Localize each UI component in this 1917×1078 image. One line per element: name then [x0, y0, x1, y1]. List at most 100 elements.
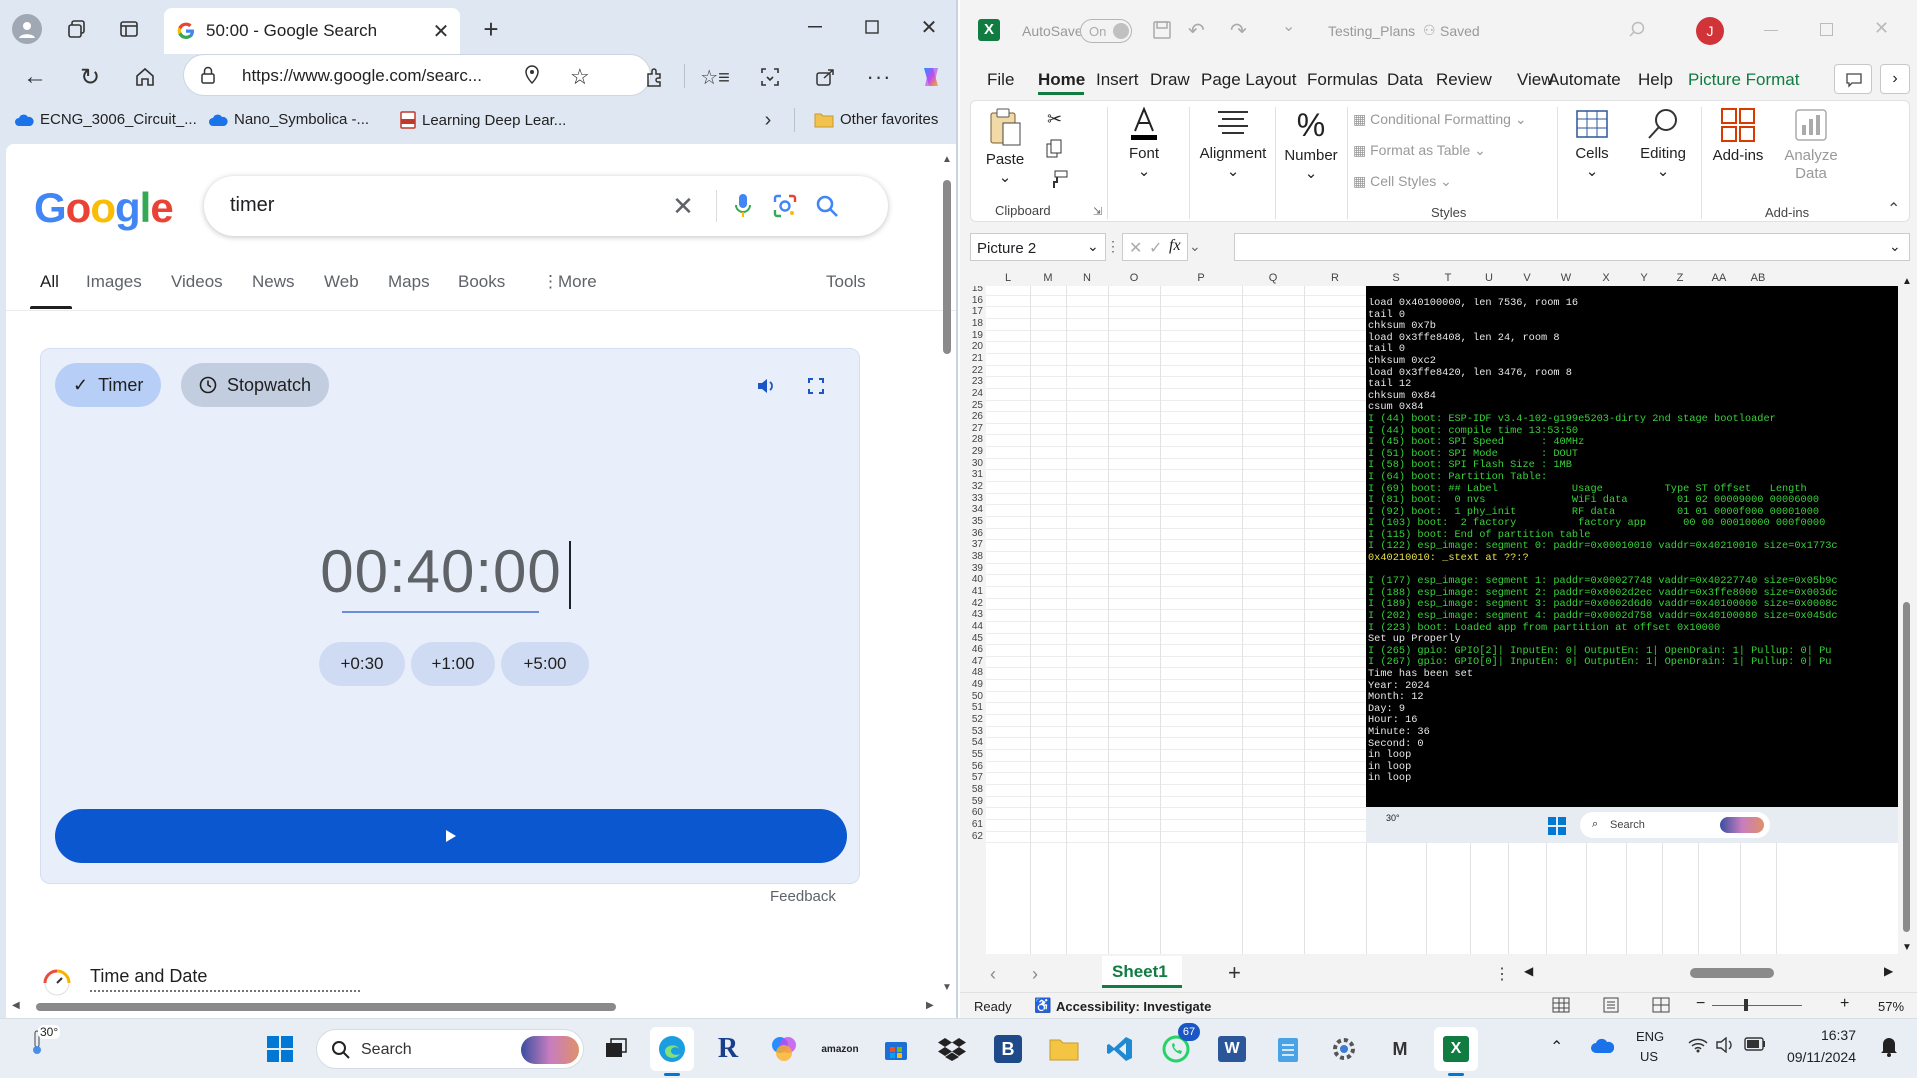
column-header-p[interactable]: P: [1160, 272, 1242, 284]
word-icon[interactable]: W: [1210, 1027, 1254, 1071]
row-header[interactable]: 42: [960, 598, 986, 609]
search-input[interactable]: timer: [230, 194, 274, 217]
row-header[interactable]: 23: [960, 376, 986, 387]
editing-button[interactable]: Editing ⌄: [1629, 107, 1697, 180]
customize-qat-icon[interactable]: ⌄: [1282, 16, 1295, 36]
stopwatch-tab[interactable]: Stopwatch: [181, 363, 330, 407]
scroll-up-icon[interactable]: ▲: [942, 154, 952, 165]
file-explorer-icon[interactable]: [1042, 1027, 1086, 1071]
column-header-aa[interactable]: AA: [1698, 272, 1740, 284]
search-icon[interactable]: [812, 191, 842, 221]
wifi-icon[interactable]: [1688, 1037, 1708, 1053]
collapse-ribbon-icon[interactable]: ⌃: [1887, 199, 1900, 219]
row-header[interactable]: 52: [960, 714, 986, 725]
close-tab-icon[interactable]: ✕: [430, 20, 452, 43]
format-as-table-button[interactable]: ▦ Format as Table ⌄: [1353, 142, 1486, 159]
tab-all[interactable]: All: [40, 272, 59, 292]
row-header[interactable]: 21: [960, 353, 986, 364]
maximize-icon[interactable]: [1820, 23, 1833, 36]
row-header[interactable]: 60: [960, 807, 986, 818]
prev-sheet-icon[interactable]: ‹: [990, 964, 996, 985]
start-button[interactable]: [258, 1027, 302, 1071]
scroll-right-icon[interactable]: ▶: [926, 1000, 934, 1011]
vscode-icon[interactable]: [1098, 1027, 1142, 1071]
extensions-icon[interactable]: [640, 62, 670, 92]
row-header[interactable]: 55: [960, 749, 986, 760]
conditional-formatting-button[interactable]: ▦ Conditional Formatting ⌄: [1353, 111, 1527, 128]
scroll-left-icon[interactable]: ◀: [1524, 964, 1533, 978]
row-header[interactable]: 29: [960, 446, 986, 457]
column-header-ab[interactable]: AB: [1740, 272, 1776, 284]
paste-button[interactable]: Paste ⌄: [983, 107, 1027, 186]
page-break-view-icon[interactable]: [1652, 997, 1670, 1013]
row-header[interactable]: 44: [960, 621, 986, 632]
format-painter-icon[interactable]: [1049, 169, 1069, 189]
scroll-down-icon[interactable]: ▼: [1902, 942, 1912, 953]
row-header[interactable]: 33: [960, 493, 986, 504]
row-header[interactable]: 31: [960, 469, 986, 480]
tab-news[interactable]: News: [252, 272, 295, 292]
comments-button[interactable]: [1834, 64, 1872, 94]
row-header[interactable]: 38: [960, 551, 986, 562]
edge-taskbar-icon[interactable]: [650, 1027, 694, 1071]
page-layout-view-icon[interactable]: [1602, 997, 1620, 1013]
number-button[interactable]: % Number ⌄: [1277, 107, 1345, 182]
row-header[interactable]: 49: [960, 679, 986, 690]
new-tab-icon[interactable]: +: [476, 14, 506, 44]
google-logo[interactable]: Google: [34, 184, 174, 232]
row-header[interactable]: 16: [960, 295, 986, 306]
row-header[interactable]: 56: [960, 761, 986, 772]
column-header-t[interactable]: T: [1426, 272, 1470, 284]
row-header[interactable]: 35: [960, 516, 986, 527]
row-header[interactable]: 20: [960, 341, 986, 352]
excel-taskbar-icon[interactable]: X: [1434, 1027, 1478, 1071]
chevron-down-icon[interactable]: ⌄: [1189, 238, 1201, 255]
tab-draw[interactable]: Draw: [1150, 70, 1190, 90]
tab-formulas[interactable]: Formulas: [1307, 70, 1378, 90]
autosave-toggle[interactable]: On: [1080, 19, 1132, 43]
row-header[interactable]: 25: [960, 400, 986, 411]
analyze-data-button[interactable]: Analyze Data: [1775, 107, 1847, 183]
minimize-icon[interactable]: [1764, 30, 1778, 31]
column-header-o[interactable]: O: [1108, 272, 1160, 284]
share-icon[interactable]: [810, 62, 840, 92]
close-window-icon[interactable]: ✕: [914, 12, 944, 42]
file-name[interactable]: Testing_Plans: [1328, 23, 1415, 39]
undo-icon[interactable]: ↶: [1188, 18, 1205, 43]
font-button[interactable]: Font ⌄: [1111, 107, 1177, 180]
clipboard-launcher-icon[interactable]: ⇲: [1093, 205, 1102, 218]
timer-tab[interactable]: ✓ Timer: [55, 363, 162, 407]
search-box[interactable]: timer ✕: [204, 176, 888, 236]
tab-videos[interactable]: Videos: [171, 272, 223, 292]
volume-icon[interactable]: [1716, 1037, 1736, 1053]
copilot-icon[interactable]: [762, 1027, 806, 1071]
column-header-s[interactable]: S: [1366, 272, 1426, 284]
b-app-icon[interactable]: B: [986, 1027, 1030, 1071]
row-header[interactable]: 58: [960, 784, 986, 795]
chevron-right-icon[interactable]: ›: [758, 109, 778, 131]
sheet-vertical-scrollbar[interactable]: ▲ ▼: [1898, 276, 1916, 956]
column-header-u[interactable]: U: [1470, 272, 1508, 284]
row-header[interactable]: 53: [960, 726, 986, 737]
row-header[interactable]: 24: [960, 388, 986, 399]
tab-books[interactable]: Books: [458, 272, 505, 292]
sheet-tab-sheet1[interactable]: Sheet1: [1102, 956, 1182, 988]
task-view-icon[interactable]: [594, 1027, 638, 1071]
normal-view-icon[interactable]: [1552, 997, 1570, 1013]
row-header[interactable]: 37: [960, 539, 986, 550]
scroll-right-icon[interactable]: ▶: [1884, 964, 1893, 978]
vertical-scroll-thumb[interactable]: [943, 180, 951, 354]
tab-picture-format[interactable]: Picture Format: [1688, 70, 1799, 90]
timer-display[interactable]: 00:40:00: [241, 537, 641, 606]
column-header-x[interactable]: X: [1586, 272, 1626, 284]
amazon-icon[interactable]: amazon: [818, 1027, 862, 1071]
location-icon[interactable]: [524, 65, 540, 85]
tab-help[interactable]: Help: [1638, 70, 1673, 90]
alignment-button[interactable]: Alignment ⌄: [1193, 107, 1273, 180]
add-30-seconds-button[interactable]: +0:30: [319, 642, 405, 686]
horizontal-scrollbar[interactable]: ◀ ▶: [12, 1000, 940, 1014]
tab-review[interactable]: Review: [1436, 70, 1492, 90]
row-header[interactable]: 62: [960, 831, 986, 842]
result-title[interactable]: Time and Date: [90, 966, 207, 987]
row-header[interactable]: 34: [960, 504, 986, 515]
